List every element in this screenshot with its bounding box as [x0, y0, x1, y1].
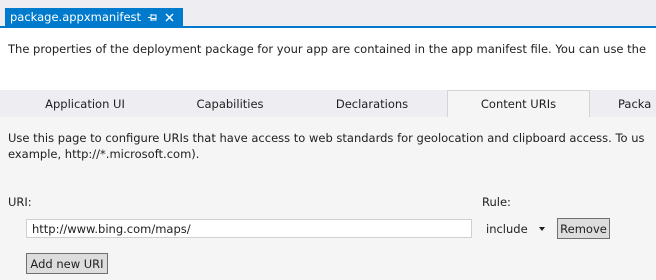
- manifest-designer-window: package.appxmanifest The properties of t…: [0, 0, 656, 280]
- document-tab-strip: package.appxmanifest: [0, 0, 656, 27]
- tab-capabilities[interactable]: Capabilities: [165, 90, 295, 117]
- tab-packaging[interactable]: Packa: [618, 90, 656, 117]
- tab-label: Capabilities: [196, 96, 264, 111]
- add-new-uri-button[interactable]: Add new URI: [26, 253, 108, 274]
- tab-label: Packa: [618, 96, 652, 111]
- document-tab[interactable]: package.appxmanifest: [5, 8, 184, 26]
- content-uris-page: Use this page to configure URIs that hav…: [0, 117, 656, 280]
- rule-column-label: Rule:: [482, 195, 511, 209]
- tab-content-uris[interactable]: Content URIs: [447, 90, 590, 117]
- remove-button[interactable]: Remove: [557, 218, 610, 239]
- uri-input[interactable]: [26, 219, 472, 238]
- help-text-line: Use this page to configure URIs that hav…: [8, 131, 645, 145]
- designer-tab-bar: Application UI Capabilities Declarations…: [0, 90, 656, 117]
- chevron-down-icon: [538, 226, 546, 232]
- document-tab-title: package.appxmanifest: [10, 10, 142, 24]
- tab-declarations[interactable]: Declarations: [307, 90, 437, 117]
- pin-icon[interactable]: [147, 12, 158, 23]
- help-text: Use this page to configure URIs that hav…: [8, 130, 656, 162]
- tab-label: Content URIs: [480, 97, 557, 111]
- tab-label: Declarations: [335, 96, 409, 111]
- tab-application-ui[interactable]: Application UI: [20, 90, 150, 117]
- rule-dropdown[interactable]: include: [482, 219, 552, 238]
- help-text-line: example, http://*.microsoft.com).: [8, 147, 200, 161]
- close-icon[interactable]: [164, 12, 175, 23]
- document-tab-underline: [0, 26, 656, 28]
- uri-column-label: URI:: [8, 195, 32, 209]
- manifest-description: The properties of the deployment package…: [8, 42, 647, 56]
- rule-dropdown-value: include: [486, 221, 528, 236]
- tab-label: Application UI: [45, 96, 125, 111]
